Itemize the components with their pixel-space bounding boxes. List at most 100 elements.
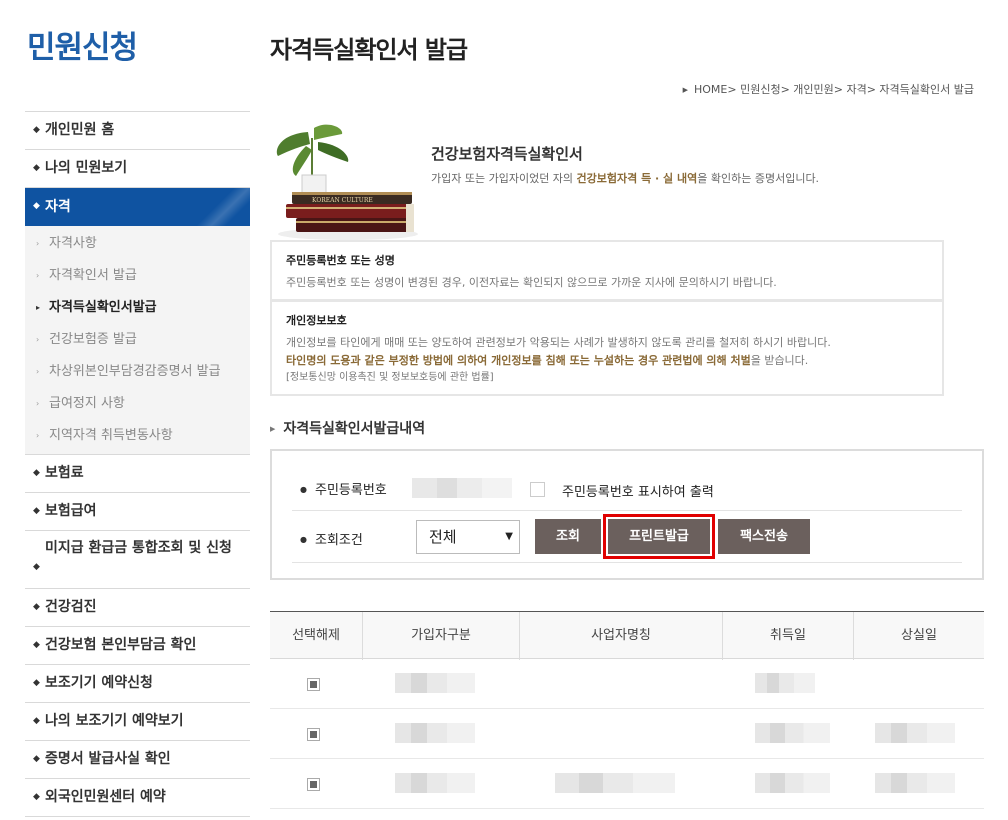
notice-law: [정보통신망 이용촉진 및 정보보호등에 관한 법률] xyxy=(286,372,494,383)
notice-warning-strong: 타인명의 도용과 같은 부정한 방법에 의하여 개인정보를 침해 또는 누설하는… xyxy=(286,354,751,367)
notice-privacy: 개인정보보호 개인정보를 타인에게 매매 또는 양도하여 관련정보가 악용되는 … xyxy=(270,300,944,396)
book-spine-label: KOREAN CULTURE xyxy=(312,197,373,204)
masked-cell xyxy=(875,773,955,793)
menu-label: 개인민원 홈 xyxy=(45,122,115,138)
chevron-right-icon: › xyxy=(36,431,40,440)
notice-text: 주민등록번호 또는 성명이 변경된 경우, 이전자료는 확인되지 않으므로 가까… xyxy=(286,276,777,289)
notice-warning: 타인명의 도용과 같은 부정한 방법에 의하여 개인정보를 침해 또는 누설하는… xyxy=(286,352,928,370)
row-checkbox[interactable] xyxy=(307,778,320,791)
menu-label: 나의 보조기기 예약보기 xyxy=(45,713,184,729)
masked-cell xyxy=(555,773,675,793)
header-acquisition-date: 취득일 xyxy=(722,612,853,660)
fax-send-button[interactable]: 팩스전송 xyxy=(718,519,810,554)
diamond-bullet-icon: ◆ xyxy=(33,640,40,650)
submenu-item-gain-loss-cert[interactable]: ▸ 자격득실확인서발급 xyxy=(25,292,250,324)
menu-label: 보험료 xyxy=(45,465,84,481)
bullet-icon: ● xyxy=(300,485,307,494)
menu-label: 보조기기 예약신청 xyxy=(45,675,153,691)
notice-rrn-name: 주민등록번호 또는 성명 주민등록번호 또는 성명이 변경된 경우, 이전자료는… xyxy=(270,240,944,301)
triangle-right-icon: ▶ xyxy=(270,425,276,433)
intro-desc-strong: 건강보험자격 득 · 실 내역 xyxy=(576,172,698,185)
menu-item-health-checkup[interactable]: ◆ 건강검진 xyxy=(25,589,250,627)
submenu-label: 자격사항 xyxy=(49,236,97,251)
print-issue-button[interactable]: 프린트발급 xyxy=(603,514,715,559)
section-title-text: 자격득실확인서발급내역 xyxy=(283,421,426,437)
submenu-label: 자격확인서 발급 xyxy=(49,268,137,283)
submenu-item-qualification-cert[interactable]: › 자격확인서 발급 xyxy=(25,260,250,292)
chevron-right-icon: › xyxy=(36,335,40,344)
diamond-bullet-icon: ◆ xyxy=(33,163,40,173)
intro-description: 가입자 또는 가입자이었던 자의 건강보험자격 득 · 실 내역을 확인하는 증… xyxy=(431,170,819,186)
diamond-bullet-icon: ◆ xyxy=(33,468,40,478)
row-checkbox[interactable] xyxy=(307,728,320,741)
masked-cell xyxy=(755,673,815,693)
books-plant-illustration: KOREAN CULTURE xyxy=(276,124,418,240)
menu-item-benefits[interactable]: ◆ 보험급여 xyxy=(25,493,250,531)
menu-label: 자격 xyxy=(45,199,71,215)
qualification-submenu: › 자격사항 › 자격확인서 발급 ▸ 자격득실확인서발급 › 건강보험증 발급 › 차상… xyxy=(25,226,250,455)
sidebar-title: 민원신청 xyxy=(27,30,138,66)
notice-warning-post: 을 받습니다. xyxy=(750,354,809,367)
intro-title: 건강보험자격득실확인서 xyxy=(431,145,583,163)
submenu-item-near-poverty-cert[interactable]: › 차상위본인부담경감증명서 발급 xyxy=(25,356,250,388)
table-row xyxy=(270,759,984,809)
submenu-item-insurance-card[interactable]: › 건강보험증 발급 xyxy=(25,324,250,356)
intro-desc-pre: 가입자 또는 가입자이었던 자의 xyxy=(431,172,577,185)
menu-item-cert-issue-check[interactable]: ◆ 증명서 발급사실 확인 xyxy=(25,741,250,779)
menu-item-my-assistive[interactable]: ◆ 나의 보조기기 예약보기 xyxy=(25,703,250,741)
triangle-right-icon: ▶ xyxy=(682,86,688,94)
masked-cell xyxy=(395,673,475,693)
search-form: ● 주민등록번호 주민등록번호 표시하여 출력 ● 조회조건 전체 ▼ 조회 프린트발… xyxy=(270,449,984,580)
condition-select-value: 전체 xyxy=(429,528,457,546)
show-rrn-checkbox[interactable] xyxy=(530,482,545,497)
menu-item-qualification[interactable]: ◆ 자격 xyxy=(25,188,250,226)
header-business-name: 사업자명칭 xyxy=(519,612,722,660)
masked-cell xyxy=(755,723,830,743)
history-table: 선택해제 가입자구분 사업자명칭 취득일 상실일 xyxy=(270,611,984,809)
menu-item-foreigner-center[interactable]: ◆ 외국인민원센터 예약 xyxy=(25,779,250,817)
menu-label: 미지급 환급금 통합조회 및 신청 xyxy=(45,540,232,556)
chevron-right-icon: › xyxy=(36,367,40,376)
menu-item-my-civil[interactable]: ◆ 나의 민원보기 xyxy=(25,150,250,188)
menu-item-copay-check[interactable]: ◆ 건강보험 본인부담금 확인 xyxy=(25,627,250,665)
show-rrn-checkbox-label: 주민등록번호 표시하여 출력 xyxy=(562,485,714,500)
submenu-label: 건강보험증 발급 xyxy=(49,332,137,347)
bullet-icon: ● xyxy=(300,535,307,544)
submenu-item-qualification-info[interactable]: › 자격사항 xyxy=(25,228,250,260)
rrn-value-masked xyxy=(412,478,512,498)
notice-title: 주민등록번호 또는 성명 xyxy=(286,254,395,267)
row-checkbox[interactable] xyxy=(307,678,320,691)
diamond-bullet-icon: ◆ xyxy=(33,201,40,211)
submenu-item-regional-changes[interactable]: › 지역자격 취득변동사항 xyxy=(25,420,250,452)
submenu-item-benefit-suspension[interactable]: › 급여정지 사항 xyxy=(25,388,250,420)
menu-label: 증명서 발급사실 확인 xyxy=(45,751,171,767)
masked-cell xyxy=(395,773,475,793)
sidebar-menu: ◆ 개인민원 홈 ◆ 나의 민원보기 ◆ 자격 › 자격사항 › 자격확인서 발급 ▸ 자격… xyxy=(25,111,250,817)
menu-label: 외국인민원센터 예약 xyxy=(45,789,166,805)
page-title: 자격득실확인서 발급 xyxy=(270,36,468,64)
menu-label: 건강보험 본인부담금 확인 xyxy=(45,637,197,653)
diamond-bullet-icon: ◆ xyxy=(33,125,40,135)
chevron-right-icon: › xyxy=(36,239,40,248)
menu-item-unpaid-refund[interactable]: ◆ 미지급 환급금 통합조회 및 신청 xyxy=(25,531,250,589)
menu-item-assistive-reserve[interactable]: ◆ 보조기기 예약신청 xyxy=(25,665,250,703)
intro-desc-post: 을 확인하는 증명서입니다. xyxy=(697,172,820,185)
header-subscriber-type: 가입자구분 xyxy=(362,612,519,660)
chevron-right-icon: › xyxy=(36,399,40,408)
condition-select[interactable]: 전체 ▼ xyxy=(416,520,520,554)
menu-item-premium[interactable]: ◆ 보험료 xyxy=(25,455,250,493)
diamond-bullet-icon: ◆ xyxy=(33,678,40,688)
notice-title: 개인정보보호 xyxy=(286,314,347,327)
section-title: ▶ 자격득실확인서발급내역 xyxy=(270,418,425,438)
search-button[interactable]: 조회 xyxy=(535,519,601,554)
masked-cell xyxy=(395,723,475,743)
menu-item-personal-home[interactable]: ◆ 개인민원 홈 xyxy=(25,112,250,150)
condition-label-text: 조회조건 xyxy=(314,533,363,548)
diamond-bullet-icon: ◆ xyxy=(33,506,40,516)
divider xyxy=(292,562,962,563)
rrn-label-text: 주민등록번호 xyxy=(314,483,387,498)
header-deselect[interactable]: 선택해제 xyxy=(270,612,362,660)
condition-label: ● 조회조건 xyxy=(300,529,363,548)
menu-label: 보험급여 xyxy=(45,503,97,519)
divider xyxy=(292,510,962,511)
